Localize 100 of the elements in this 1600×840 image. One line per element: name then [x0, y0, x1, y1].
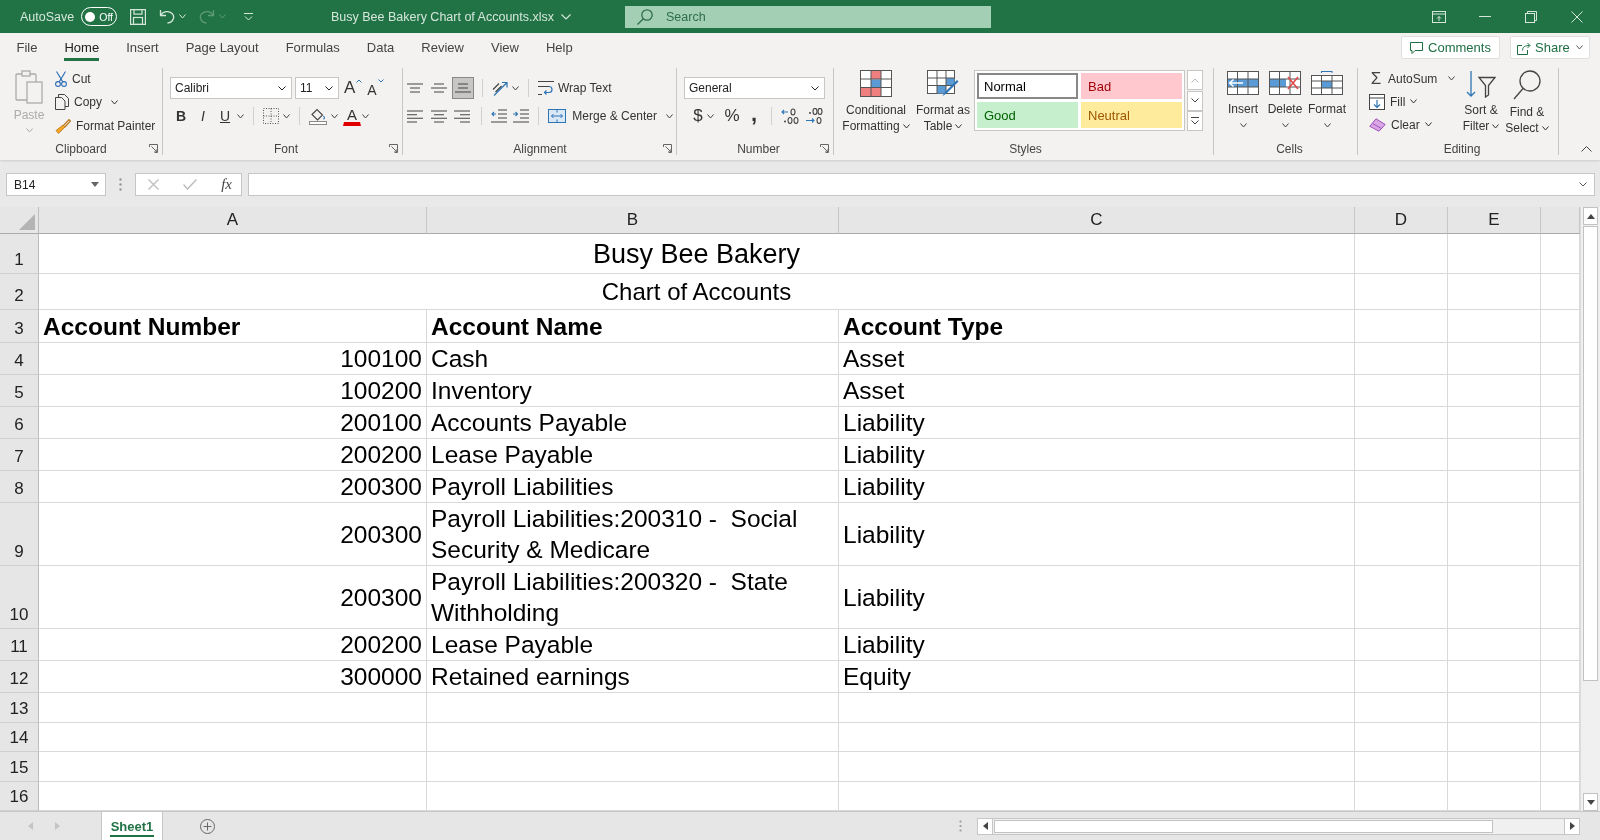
more-icon[interactable] [1191, 117, 1199, 125]
italic-button[interactable]: I [192, 105, 214, 127]
number-format-dropdown[interactable]: General [684, 77, 825, 99]
scroll-down-icon[interactable] [1191, 98, 1199, 103]
font-color-button[interactable]: A [343, 106, 361, 126]
drag-handle-icon[interactable] [119, 178, 122, 191]
menu-tab[interactable]: Review [407, 33, 478, 62]
row-header[interactable]: 8 [0, 471, 39, 503]
row-header[interactable]: 16 [0, 781, 39, 811]
row-header[interactable]: 5 [0, 375, 39, 407]
collapse-ribbon-icon[interactable] [1581, 146, 1592, 152]
ribbon-display-icon[interactable] [1432, 10, 1446, 23]
row-header[interactable]: 10 [0, 566, 39, 629]
borders-icon[interactable] [263, 108, 279, 124]
caret-icon[interactable] [707, 113, 714, 119]
menu-tab[interactable]: Insert [112, 33, 173, 62]
drag-handle-icon[interactable] [959, 820, 962, 832]
undo-icon[interactable] [159, 9, 176, 24]
row-header[interactable]: 4 [0, 343, 39, 375]
format-button[interactable]: Format [1306, 67, 1348, 140]
caret-icon[interactable] [666, 113, 673, 119]
chevron-icon[interactable] [561, 13, 572, 20]
row-header[interactable]: 2 [0, 274, 39, 310]
format-painter-button[interactable]: Format Painter [52, 114, 159, 138]
merge-center-button[interactable]: Merge & Center [545, 105, 660, 127]
cell-style-option[interactable]: Normal [977, 73, 1078, 99]
column-header[interactable]: D [1355, 207, 1448, 234]
currency-button[interactable]: $ [690, 105, 706, 127]
row-header[interactable]: 9 [0, 503, 39, 566]
row-header[interactable]: 15 [0, 752, 39, 782]
vertical-scrollbar[interactable] [1580, 207, 1600, 811]
insert-button[interactable]: Insert [1222, 67, 1264, 140]
row-header[interactable]: 1 [0, 234, 39, 274]
horizontal-scrollbar[interactable] [977, 817, 1580, 835]
row-header[interactable]: 11 [0, 629, 39, 661]
scroll-thumb[interactable] [994, 819, 1493, 833]
clear-button[interactable]: Clear [1366, 113, 1458, 136]
share-button[interactable]: Share [1510, 36, 1590, 59]
row-header[interactable]: 6 [0, 407, 39, 439]
column-header[interactable]: C [839, 207, 1355, 234]
dialog-launcher-icon[interactable] [149, 144, 158, 153]
menu-tab[interactable]: View [477, 33, 533, 62]
add-sheet-icon[interactable] [200, 818, 215, 834]
cell-style-option[interactable]: Good [977, 102, 1078, 128]
fill-button[interactable]: Fill [1366, 90, 1458, 113]
scroll-left-icon[interactable] [982, 822, 988, 830]
scroll-right-icon[interactable] [1569, 822, 1575, 830]
row-header[interactable]: 7 [0, 439, 39, 471]
scroll-thumb[interactable] [1583, 226, 1598, 681]
cell-style-option[interactable]: Bad [1081, 73, 1182, 99]
sheet-tab[interactable]: Sheet1 [101, 812, 163, 840]
caret-icon[interactable] [1576, 45, 1583, 50]
format-as-table-button[interactable]: Format as Table [914, 67, 972, 140]
caret-icon[interactable] [331, 113, 338, 119]
close-icon[interactable] [1571, 10, 1583, 23]
menu-tab[interactable]: File [3, 33, 51, 62]
autosum-button[interactable]: Σ AutoSum [1366, 67, 1441, 90]
percent-button[interactable]: % [721, 105, 743, 127]
column-header[interactable]: E [1448, 207, 1541, 234]
scroll-up-icon[interactable] [1586, 213, 1595, 219]
formula-input[interactable] [248, 173, 1595, 196]
row-header[interactable]: 12 [0, 661, 39, 693]
restore-icon[interactable] [1525, 10, 1537, 23]
dialog-launcher-icon[interactable] [389, 144, 398, 153]
caret-icon[interactable] [111, 99, 118, 105]
menu-tab[interactable]: Page Layout [172, 33, 273, 62]
underline-button[interactable]: U [214, 105, 236, 127]
increase-indent-icon[interactable] [513, 109, 530, 123]
comments-button[interactable]: Comments [1401, 36, 1500, 59]
scroll-down-icon[interactable] [1586, 799, 1595, 805]
cell-style-option[interactable]: Neutral [1081, 102, 1182, 128]
row-header[interactable]: 13 [0, 693, 39, 723]
caret-icon[interactable] [283, 113, 290, 119]
dialog-launcher-icon[interactable] [663, 144, 672, 153]
font-size-dropdown[interactable]: 11 [295, 77, 339, 99]
dialog-launcher-icon[interactable] [820, 144, 829, 153]
text-angle-icon[interactable] [492, 80, 508, 96]
shrink-font-button[interactable]: A [367, 77, 384, 99]
grow-font-button[interactable]: A [344, 77, 363, 99]
delete-button[interactable]: Delete [1264, 67, 1306, 140]
paint-bucket-icon[interactable] [309, 107, 327, 125]
conditional-formatting-button[interactable]: Conditional Formatting [838, 67, 914, 140]
menu-tab[interactable]: Help [532, 33, 587, 62]
row-header[interactable]: 14 [0, 722, 39, 752]
caret-icon[interactable] [1448, 76, 1456, 81]
insert-function-button[interactable]: fx [221, 176, 232, 193]
increase-decimal-icon[interactable] [805, 108, 823, 124]
bold-button[interactable]: B [170, 105, 192, 127]
find-select-button[interactable]: Find & Select [1504, 67, 1550, 140]
comma-style-button[interactable]: , [743, 105, 765, 127]
caret-icon[interactable] [362, 113, 369, 119]
copy-button[interactable]: Copy [52, 90, 159, 114]
column-header[interactable]: B [427, 207, 839, 234]
cut-button[interactable]: Cut [52, 67, 159, 91]
sort-filter-button[interactable]: Sort & Filter [1458, 67, 1504, 140]
save-icon[interactable] [130, 8, 147, 25]
name-box[interactable]: B14 [6, 173, 106, 196]
search-field[interactable]: Search [625, 5, 991, 28]
row-header[interactable]: 3 [0, 310, 39, 343]
font-name-dropdown[interactable]: Calibri [170, 77, 292, 99]
